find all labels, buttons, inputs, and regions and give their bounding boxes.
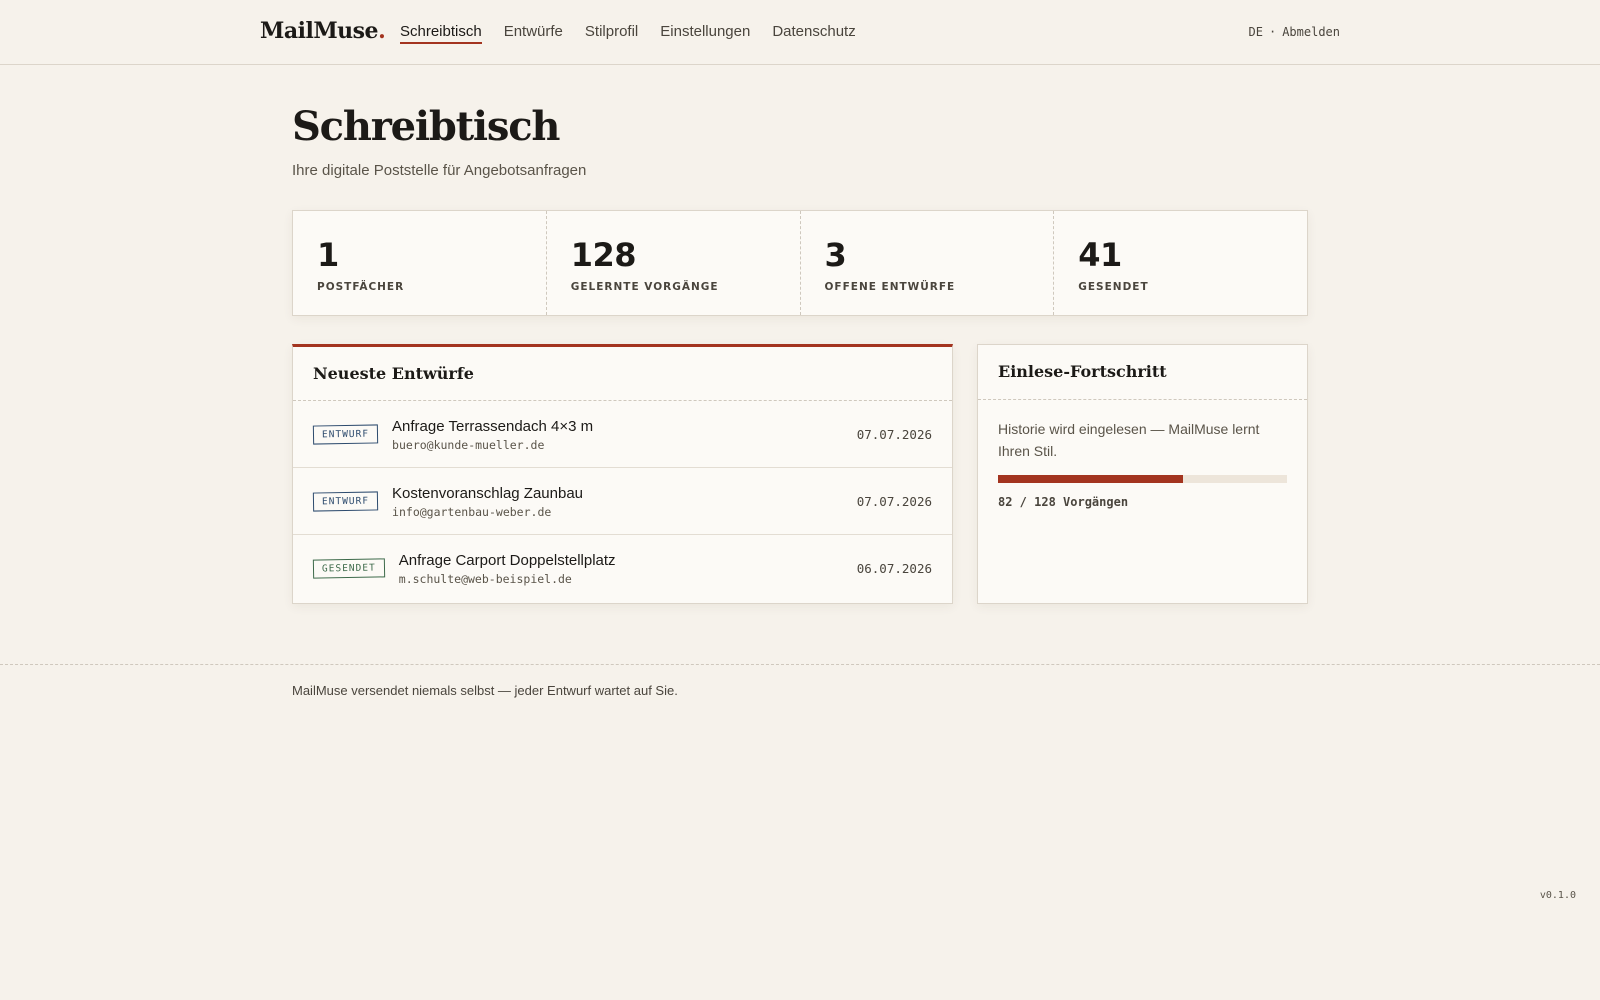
draft-email: buero@kunde-mueller.de — [392, 437, 545, 452]
nav-item-schreibtisch[interactable]: Schreibtisch — [400, 0, 482, 45]
draft-email: info@gartenbau-weber.de — [392, 504, 552, 519]
stat-learned-cases: 128 GELERNTE VORGÄNGE — [547, 211, 801, 315]
stat-value: 3 — [824, 236, 847, 274]
status-badge: GESENDET — [312, 558, 385, 579]
draft-email: m.schulte@web-beispiel.de — [398, 572, 572, 586]
logout-link[interactable]: Abmelden — [1282, 25, 1340, 39]
recent-drafts-card: Neueste Entwürfe ENTWURF Anfrage Terrass… — [292, 344, 953, 604]
stats-panel: 1 POSTFÄCHER 128 GELERNTE VORGÄNGE 3 OFF… — [292, 210, 1308, 316]
draft-row[interactable]: GESENDET Anfrage Carport Doppelstellplat… — [293, 535, 952, 602]
version-label: v0.1.0 — [1539, 890, 1576, 901]
stat-mailboxes: 1 POSTFÄCHER — [293, 211, 547, 315]
draft-row[interactable]: ENTWURF Kostenvoranschlag Zaunbau info@g… — [293, 468, 952, 535]
status-badge: ENTWURF — [312, 423, 379, 445]
progress-bar-fill — [998, 475, 1184, 483]
stat-sent: 41 GESENDET — [1054, 211, 1307, 315]
page-subtitle: Ihre digitale Poststelle für Angebotsanf… — [292, 162, 587, 179]
stat-label: OFFENE ENTWÜRFE — [824, 281, 956, 293]
progress-description: Historie wird eingelesen — MailMuse lern… — [998, 421, 1260, 459]
stat-value: 1 — [317, 236, 339, 274]
draft-date: 06.07.2026 — [856, 561, 932, 576]
nav-item-einstellungen[interactable]: Einstellungen — [660, 0, 750, 45]
page-title: Schreibtisch — [292, 103, 560, 150]
draft-date: 07.07.2026 — [856, 493, 932, 509]
draft-row[interactable]: ENTWURF Anfrage Terrassendach 4×3 m buer… — [293, 401, 952, 468]
nav-item-datenschutz[interactable]: Datenschutz — [772, 0, 855, 45]
separator: · — [1268, 25, 1277, 39]
footer-note: MailMuse versendet niemals selbst — jede… — [292, 683, 678, 698]
main-nav: Schreibtisch Entwürfe Stilprofil Einstel… — [400, 0, 878, 65]
stat-open-drafts: 3 OFFENE ENTWÜRFE — [801, 211, 1055, 315]
user-actions: DE · Abmelden — [1249, 25, 1340, 39]
stat-label: GESENDET — [1078, 281, 1149, 293]
draft-subject: Anfrage Carport Doppelstellplatz — [398, 552, 616, 569]
nav-item-stilprofil[interactable]: Stilprofil — [585, 0, 638, 45]
footer-divider — [0, 664, 1600, 665]
stat-value: 41 — [1078, 236, 1122, 274]
card-title: Neueste Entwürfe — [293, 347, 952, 401]
status-badge: ENTWURF — [312, 490, 379, 512]
stat-label: POSTFÄCHER — [317, 281, 405, 293]
draft-date: 07.07.2026 — [856, 426, 932, 442]
draft-subject: Kostenvoranschlag Zaunbau — [392, 484, 584, 502]
draft-subject: Anfrage Terrassendach 4×3 m — [392, 417, 594, 435]
language-switch[interactable]: DE — [1249, 25, 1263, 39]
card-title: Einlese-Fortschritt — [978, 345, 1307, 400]
import-progress-card: Einlese-Fortschritt Historie wird eingel… — [977, 344, 1308, 604]
progress-bar — [998, 475, 1287, 483]
nav-item-entwuerfe[interactable]: Entwürfe — [504, 0, 563, 45]
stat-value: 128 — [570, 236, 637, 274]
progress-count: 82 / 128 Vorgängen — [998, 495, 1129, 509]
brand-logo[interactable]: MailMuse. — [260, 18, 386, 44]
top-bar: MailMuse. Schreibtisch Entwürfe Stilprof… — [0, 0, 1600, 65]
stat-label: GELERNTE VORGÄNGE — [570, 281, 719, 293]
